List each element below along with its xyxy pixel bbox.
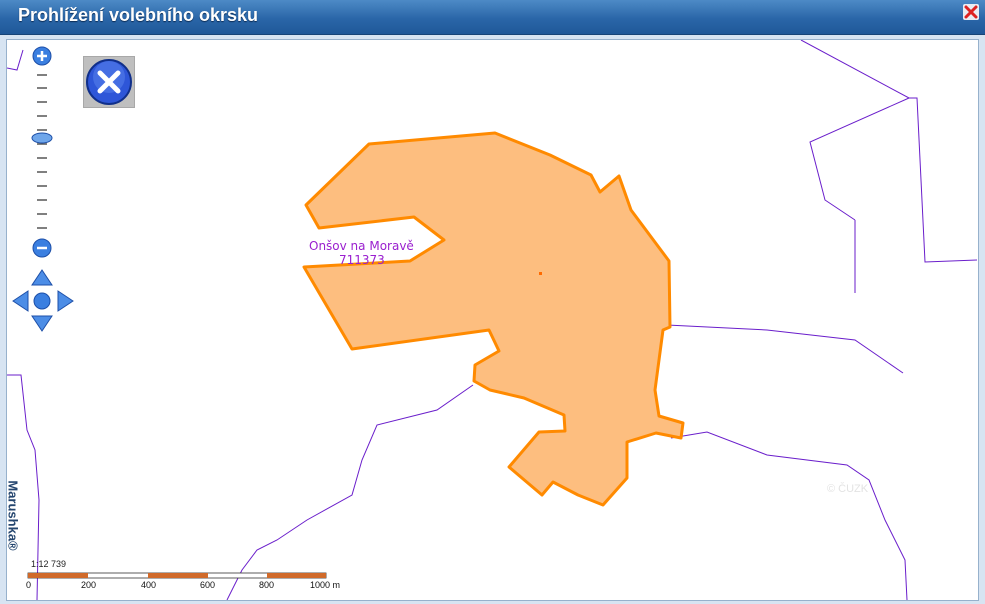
- copyright-text: © ČUZK: [827, 483, 869, 495]
- title-bar: Prohlížení volebního okrsku: [0, 0, 985, 35]
- window-title: Prohlížení volebního okrsku: [18, 5, 259, 25]
- viewer-window: Prohlížení volebního okrsku Onšov na Mor…: [0, 0, 985, 604]
- brand-logo: Marushka®: [6, 470, 38, 560]
- scale-label-400: 400: [141, 580, 157, 590]
- close-map-icon[interactable]: [84, 57, 134, 107]
- scale-bar: [27, 572, 327, 579]
- scale-label-600: 600: [200, 580, 216, 590]
- scale-label-1000: 1000 m: [310, 580, 341, 590]
- district-name-label: Onšov na Moravě: [309, 239, 414, 253]
- window-close-icon[interactable]: [963, 4, 979, 20]
- district-centroid: [539, 272, 542, 275]
- scale-label-200: 200: [81, 580, 97, 590]
- map-canvas[interactable]: Onšov na Moravě 711373 © ČUZK Marushka® …: [6, 39, 979, 601]
- scale-label-0: 0: [26, 580, 32, 590]
- close-map-button[interactable]: [83, 56, 135, 108]
- map-layer[interactable]: Onšov na Moravě 711373: [7, 40, 978, 600]
- pan-arrows-icon[interactable]: [12, 269, 74, 332]
- scale-label-800: 800: [259, 580, 275, 590]
- district-polygon[interactable]: [302, 131, 685, 507]
- scale-ratio: 1:12 739: [31, 559, 67, 569]
- brand-text: Marushka®: [6, 480, 21, 551]
- zoom-bar[interactable]: [31, 46, 53, 258]
- zoom-slider-handle[interactable]: [31, 132, 53, 144]
- district-code-label: 711373: [339, 253, 385, 267]
